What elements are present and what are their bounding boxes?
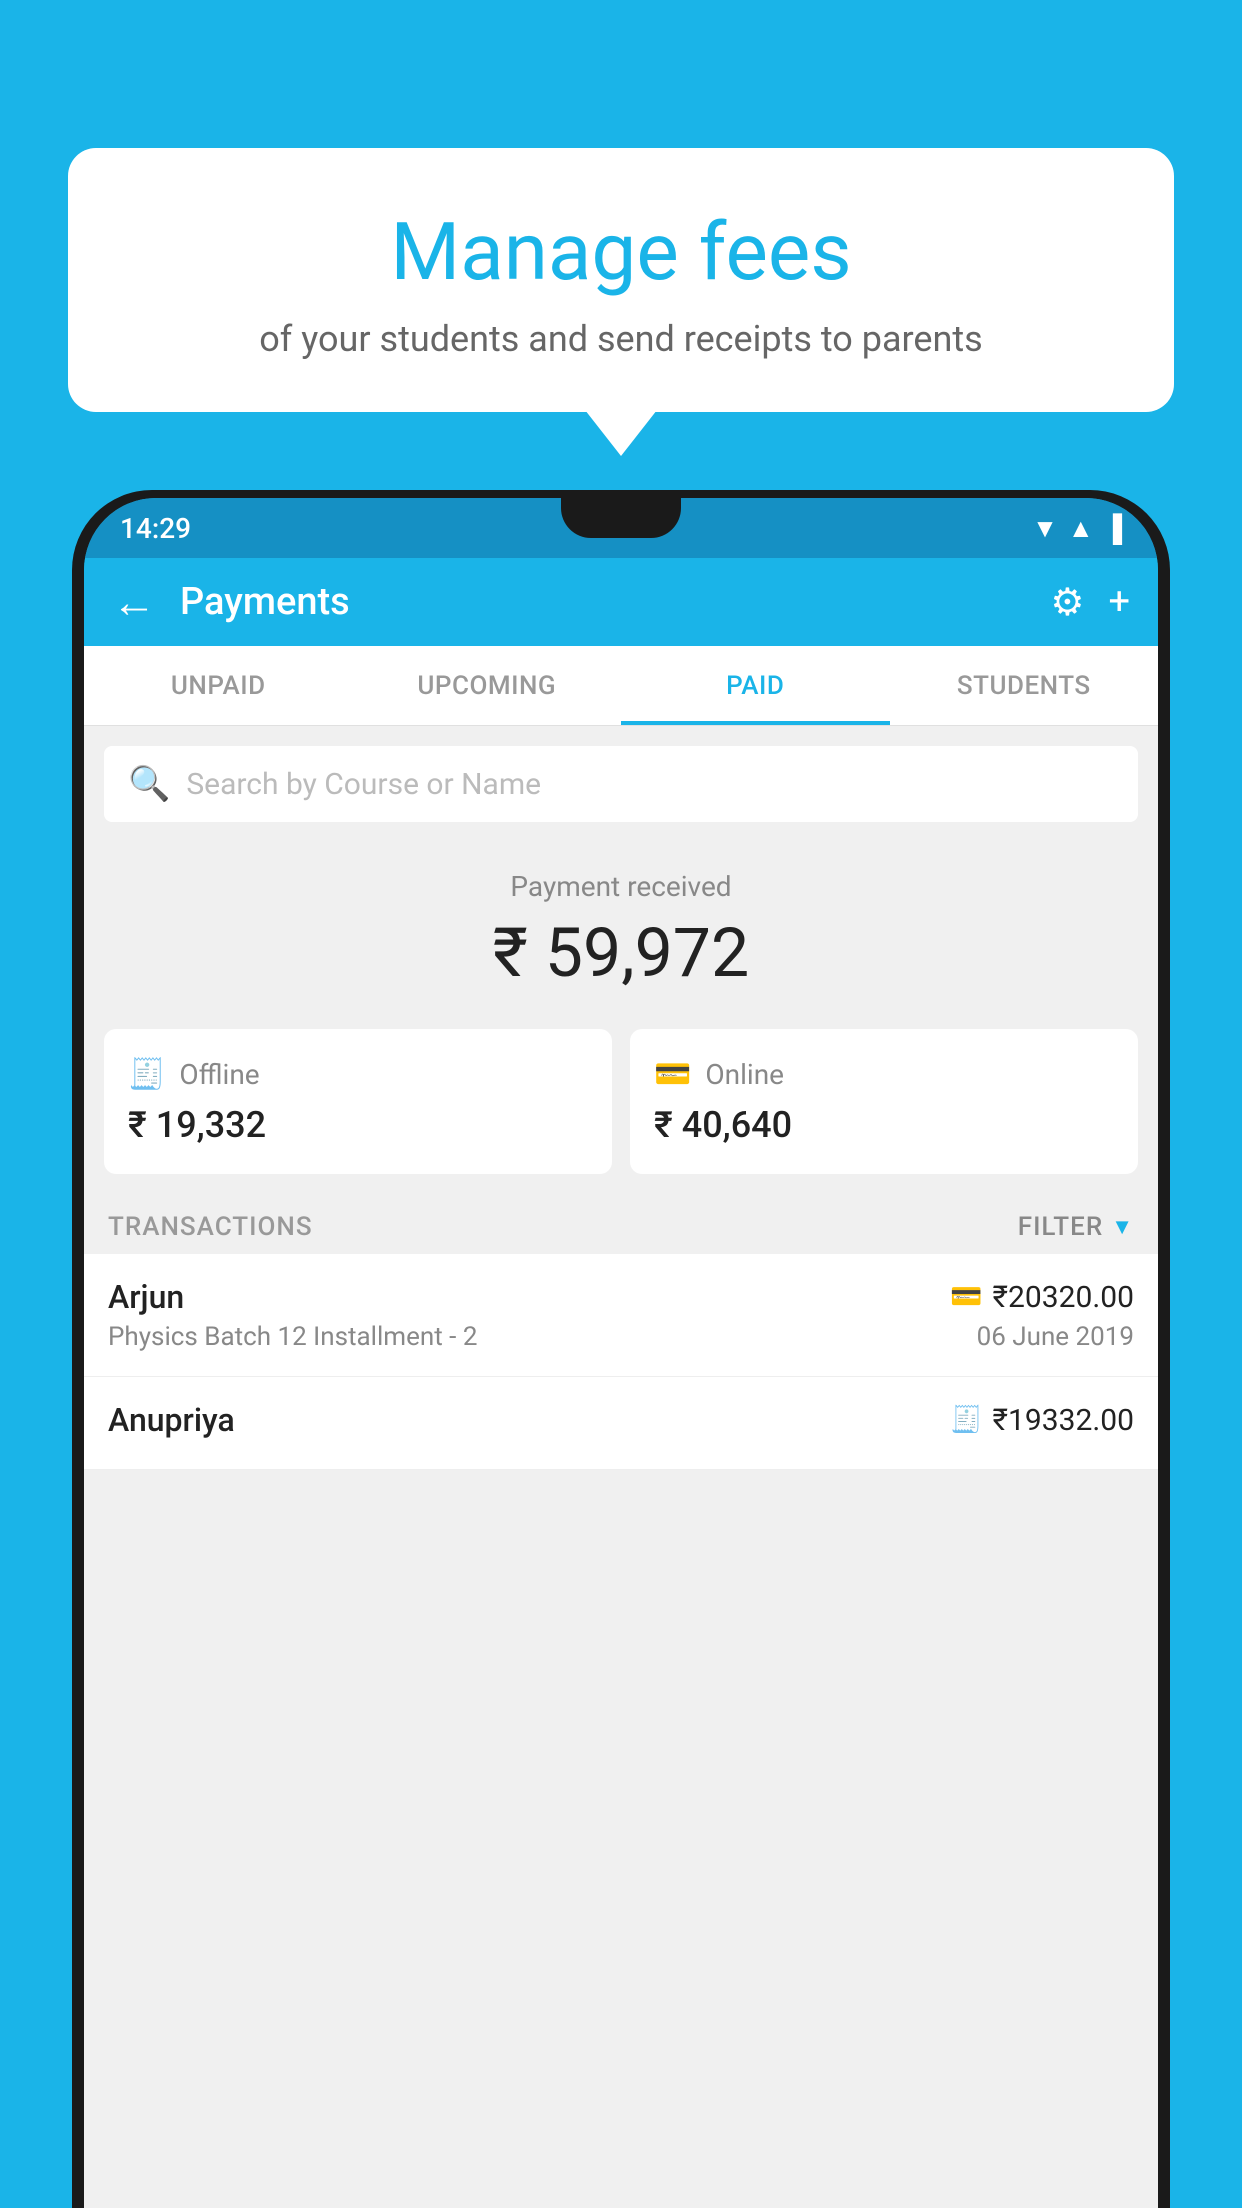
status-time: 14:29	[120, 512, 191, 545]
status-bar: 14:29 ▼ ▲ ▐	[84, 498, 1158, 558]
transaction-amount-wrap-1: 💳 ₹20320.00	[950, 1280, 1134, 1315]
search-icon: 🔍	[128, 764, 170, 804]
tab-upcoming[interactable]: UPCOMING	[353, 646, 622, 725]
transaction-amount-2: ₹19332.00	[993, 1403, 1134, 1438]
phone-frame: 14:29 ▼ ▲ ▐ ← Payments ⚙ + UNPAID	[72, 490, 1170, 2208]
payment-label: Payment received	[84, 870, 1158, 903]
online-card: 💳 Online ₹ 40,640	[630, 1029, 1138, 1174]
transaction-name-2: Anupriya	[108, 1401, 235, 1439]
table-row[interactable]: Arjun 💳 ₹20320.00 Physics Batch 12 Insta…	[84, 1254, 1158, 1377]
settings-button[interactable]: ⚙	[1050, 580, 1084, 625]
transaction-course-1: Physics Batch 12 Installment - 2	[108, 1322, 477, 1352]
transaction-row-top-2: Anupriya 🧾 ₹19332.00	[108, 1401, 1134, 1439]
online-card-header: 💳 Online	[654, 1057, 1114, 1092]
transactions-header: TRANSACTIONS FILTER ▼	[84, 1194, 1158, 1254]
tab-bar: UNPAID UPCOMING PAID STUDENTS	[84, 646, 1158, 726]
transaction-amount-1: ₹20320.00	[993, 1280, 1134, 1315]
phone-screen: 14:29 ▼ ▲ ▐ ← Payments ⚙ + UNPAID	[84, 498, 1158, 2208]
battery-icon: ▐	[1104, 513, 1122, 544]
transactions-label: TRANSACTIONS	[108, 1212, 313, 1242]
signal-icon: ▲	[1068, 513, 1094, 544]
search-placeholder[interactable]: Search by Course or Name	[186, 767, 541, 802]
app-header: ← Payments ⚙ +	[84, 558, 1158, 646]
wifi-icon: ▼	[1032, 513, 1058, 544]
offline-card: 🧾 Offline ₹ 19,332	[104, 1029, 612, 1174]
table-row[interactable]: Anupriya 🧾 ₹19332.00	[84, 1377, 1158, 1470]
header-actions: ⚙ +	[1050, 580, 1130, 625]
speech-bubble: Manage fees of your students and send re…	[68, 148, 1174, 412]
offline-amount: ₹ 19,332	[128, 1104, 588, 1146]
status-icons: ▼ ▲ ▐	[1032, 513, 1122, 544]
transaction-row-bottom-1: Physics Batch 12 Installment - 2 06 June…	[108, 1322, 1134, 1352]
filter-icon: ▼	[1111, 1214, 1134, 1240]
search-bar-wrap: 🔍 Search by Course or Name	[84, 726, 1158, 842]
offline-label: Offline	[179, 1058, 259, 1091]
tab-paid[interactable]: PAID	[621, 646, 890, 725]
transaction-amount-wrap-2: 🧾 ₹19332.00	[950, 1403, 1134, 1438]
transaction-list: Arjun 💳 ₹20320.00 Physics Batch 12 Insta…	[84, 1254, 1158, 1470]
tab-unpaid[interactable]: UNPAID	[84, 646, 353, 725]
transaction-row-top-1: Arjun 💳 ₹20320.00	[108, 1278, 1134, 1316]
page-title: Payments	[180, 580, 1050, 624]
notch	[561, 498, 681, 538]
payment-cards: 🧾 Offline ₹ 19,332 💳 Online ₹ 40,640	[84, 1013, 1158, 1194]
card-payment-icon-1: 💳	[950, 1282, 982, 1312]
tab-students[interactable]: STUDENTS	[890, 646, 1159, 725]
online-amount: ₹ 40,640	[654, 1104, 1114, 1146]
transaction-date-1: 06 June 2019	[977, 1322, 1134, 1352]
online-icon: 💳	[654, 1057, 691, 1092]
content-area: UNPAID UPCOMING PAID STUDENTS 🔍 Search b…	[84, 646, 1158, 2208]
add-button[interactable]: +	[1108, 580, 1130, 624]
bubble-subtitle: of your students and send receipts to pa…	[116, 318, 1126, 360]
filter-button[interactable]: FILTER ▼	[1018, 1212, 1134, 1242]
payment-summary: Payment received ₹ 59,972	[84, 842, 1158, 1013]
online-label: Online	[705, 1058, 784, 1091]
payment-amount: ₹ 59,972	[84, 913, 1158, 993]
transaction-name-1: Arjun	[108, 1278, 184, 1316]
back-button[interactable]: ←	[112, 576, 156, 628]
search-bar[interactable]: 🔍 Search by Course or Name	[104, 746, 1138, 822]
offline-card-header: 🧾 Offline	[128, 1057, 588, 1092]
cash-payment-icon-2: 🧾	[950, 1405, 982, 1435]
filter-label: FILTER	[1018, 1212, 1103, 1242]
offline-icon: 🧾	[128, 1057, 165, 1092]
bubble-title: Manage fees	[116, 208, 1126, 296]
